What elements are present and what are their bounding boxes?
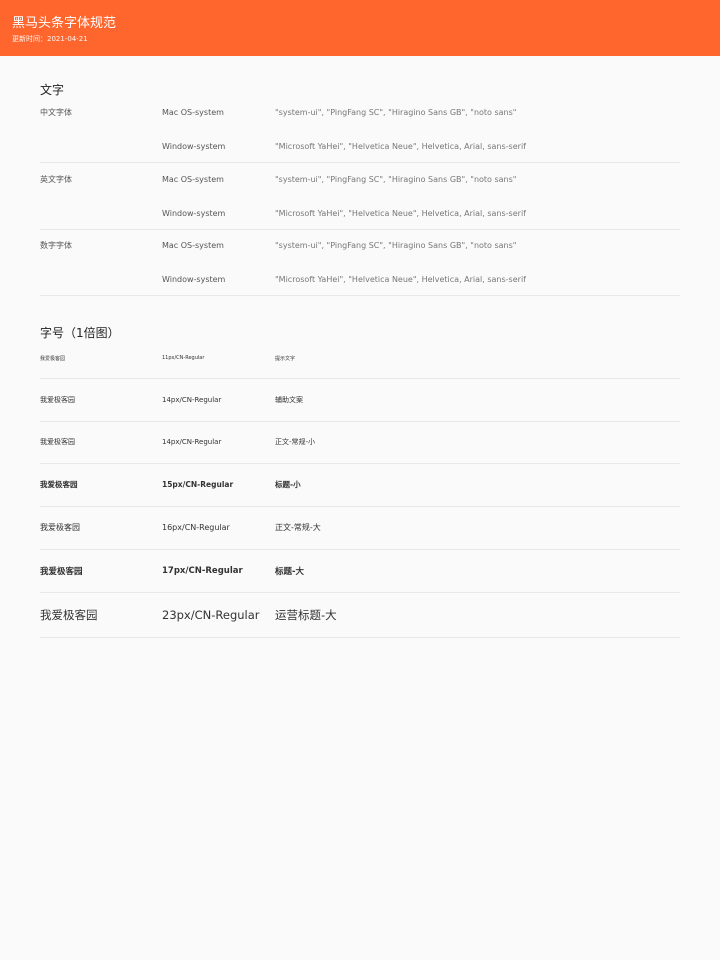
- divider: [40, 549, 680, 550]
- size-spec: 17px/CN-Regular: [162, 566, 243, 576]
- font-system: Window-system: [162, 208, 226, 218]
- size-sample: 我爱极客园: [40, 522, 80, 532]
- font-row: Window-system "Microsoft YaHei", "Helvet…: [40, 207, 680, 219]
- divider: [40, 421, 680, 422]
- size-spec: 23px/CN-Regular: [162, 608, 260, 622]
- divider: [40, 378, 680, 379]
- font-group-label: 中文字体: [40, 107, 72, 117]
- size-row: 我爱极客园 11px/CN-Regular 提示文字: [40, 352, 680, 364]
- size-usage: 运营标题-大: [275, 608, 337, 622]
- size-usage: 标题-小: [275, 479, 301, 489]
- font-row: Window-system "Microsoft YaHei", "Helvet…: [40, 273, 680, 285]
- size-usage: 正文-常规-小: [275, 438, 316, 446]
- font-row: 数字字体 Mac OS-system "system-ui", "PingFan…: [40, 239, 680, 251]
- font-stack: "system-ui", "PingFang SC", "Hiragino Sa…: [275, 174, 517, 184]
- size-row: 我爱极客园 16px/CN-Regular 正文-常规-大: [40, 520, 680, 534]
- size-row: 我爱极客园 15px/CN-Regular 标题-小: [40, 477, 680, 491]
- font-system: Window-system: [162, 141, 226, 151]
- font-stack: "system-ui", "PingFang SC", "Hiragino Sa…: [275, 107, 517, 117]
- font-system: Mac OS-system: [162, 107, 224, 117]
- font-group-label: 英文字体: [40, 174, 72, 184]
- size-usage: 正文-常规-大: [275, 522, 321, 532]
- font-system: Mac OS-system: [162, 174, 224, 184]
- size-sample: 我爱极客园: [40, 479, 78, 489]
- font-stack: "system-ui", "PingFang SC", "Hiragino Sa…: [275, 240, 517, 250]
- size-usage: 提示文字: [275, 355, 296, 362]
- size-row: 我爱极客园 23px/CN-Regular 运营标题-大: [40, 605, 680, 625]
- divider: [40, 295, 680, 296]
- size-usage: 辅助文案: [275, 396, 303, 404]
- font-row: Window-system "Microsoft YaHei", "Helvet…: [40, 140, 680, 152]
- update-date: 更新时间：2021-04-21: [12, 35, 88, 43]
- font-row: 中文字体 Mac OS-system "system-ui", "PingFan…: [40, 106, 680, 118]
- size-sample: 我爱极客园: [40, 608, 98, 622]
- divider: [40, 229, 680, 230]
- font-system: Window-system: [162, 274, 226, 284]
- divider: [40, 637, 680, 638]
- divider: [40, 506, 680, 507]
- size-spec: 16px/CN-Regular: [162, 522, 230, 532]
- divider: [40, 592, 680, 593]
- font-group-label: 数字字体: [40, 240, 72, 250]
- sizes-section-title: 字号（1倍图）: [40, 326, 120, 340]
- page-header: 黑马头条字体规范 更新时间：2021-04-21: [0, 0, 720, 56]
- size-spec: 15px/CN-Regular: [162, 479, 234, 489]
- size-spec: 14px/CN-Regular: [162, 396, 222, 404]
- size-row: 我爱极客园 17px/CN-Regular 标题-大: [40, 563, 680, 579]
- divider: [40, 162, 680, 163]
- size-sample: 我爱极客园: [40, 438, 75, 446]
- size-spec: 14px/CN-Regular: [162, 438, 222, 446]
- size-sample: 我爱极客园: [40, 396, 75, 404]
- font-row: 英文字体 Mac OS-system "system-ui", "PingFan…: [40, 173, 680, 185]
- divider: [40, 463, 680, 464]
- fonts-section-title: 文字: [40, 83, 65, 97]
- size-usage: 标题-大: [275, 567, 305, 577]
- font-stack: "Microsoft YaHei", "Helvetica Neue", Hel…: [275, 274, 526, 284]
- size-sample: 我爱极客园: [40, 567, 83, 577]
- size-row: 我爱极客园 14px/CN-Regular 辅助文案: [40, 393, 680, 407]
- font-stack: "Microsoft YaHei", "Helvetica Neue", Hel…: [275, 141, 526, 151]
- size-spec: 11px/CN-Regular: [162, 355, 205, 361]
- font-stack: "Microsoft YaHei", "Helvetica Neue", Hel…: [275, 208, 526, 218]
- size-sample: 我爱极客园: [40, 355, 66, 362]
- font-system: Mac OS-system: [162, 240, 224, 250]
- size-row: 我爱极客园 14px/CN-Regular 正文-常规-小: [40, 435, 680, 449]
- page-title: 黑马头条字体规范: [12, 16, 117, 31]
